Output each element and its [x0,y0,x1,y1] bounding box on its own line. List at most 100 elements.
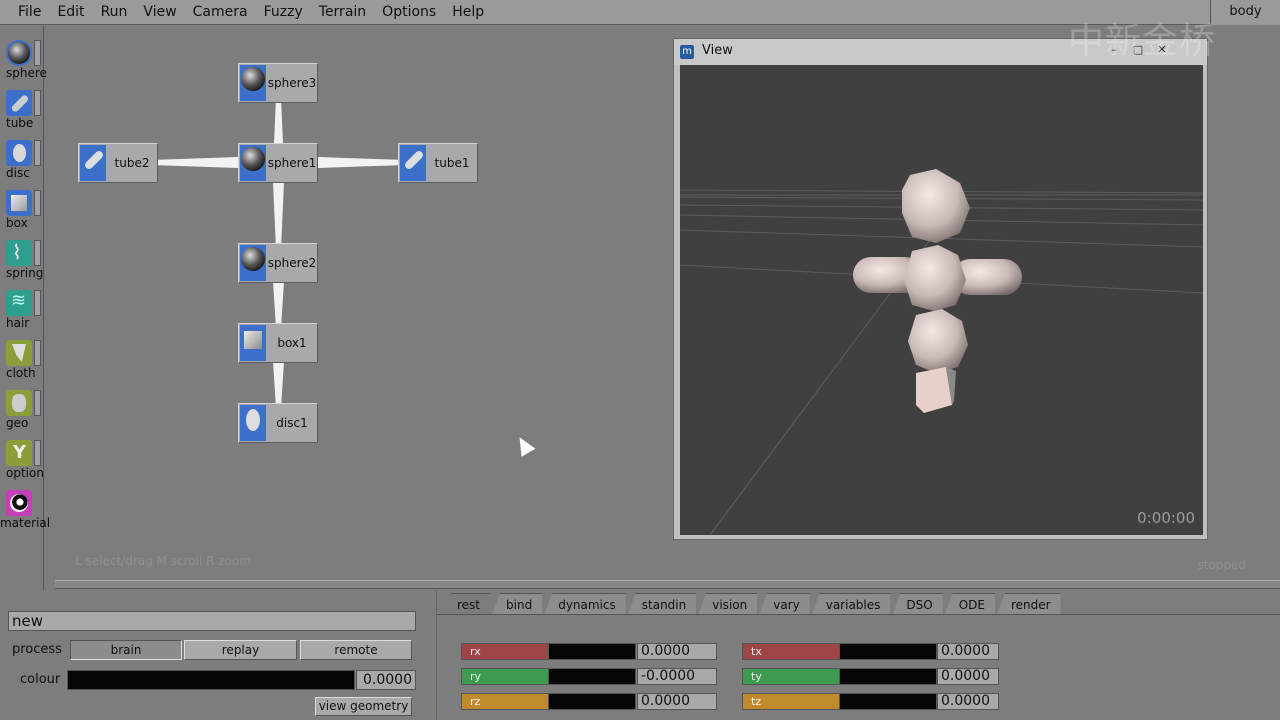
node-tube1[interactable]: tube1 [398,143,478,183]
palette-tab [34,340,41,366]
brain-selector[interactable]: body [1210,0,1280,25]
watermark: 中新金桥 [1068,21,1217,62]
menu-options[interactable]: Options [374,0,444,25]
view-geometry-button[interactable]: view geometry [315,697,412,716]
node-parameter-panel: rest bind dynamics standin vision vary v… [436,590,1280,720]
ty-value-field[interactable]: 0.0000 [937,668,999,685]
rx-slider[interactable] [548,643,636,660]
disc-icon [240,405,266,441]
connection-box1-disc1 [273,362,284,404]
connection-sphere1-sphere2 [273,182,284,244]
rz-slider[interactable] [548,693,636,710]
cloth-icon [6,340,32,366]
node-disc1[interactable]: disc1 [238,403,318,443]
tab-divider [437,614,1280,615]
menu-help[interactable]: Help [444,0,492,25]
view-window[interactable]: m View – □ ✕ 0:00:00 [673,38,1208,540]
palette-tab [34,440,41,466]
colour-slider[interactable] [67,670,355,690]
menu-run[interactable]: Run [93,0,136,25]
ry-value-field[interactable]: -0.0000 [637,668,717,685]
node-label: sphere3 [267,76,317,90]
tab-dynamics[interactable]: dynamics [544,593,626,615]
mouse-cursor-icon [512,433,536,457]
menu-camera[interactable]: Camera [185,0,256,25]
tab-vision[interactable]: vision [698,593,758,615]
option-icon [6,440,32,466]
workspace-scrollbar[interactable] [55,580,1280,589]
node-box1[interactable]: box1 [238,323,318,363]
model-sphere-head [902,169,970,243]
simulation-status: stopped [1197,558,1246,572]
palette-item-box[interactable]: box [0,176,44,230]
palette-tab [34,190,41,216]
tab-variables[interactable]: variables [811,593,891,615]
ry-slider[interactable] [548,668,636,685]
tab-vary[interactable]: vary [759,593,810,615]
brain-button[interactable]: brain [70,640,182,660]
character-model [853,169,1022,413]
palette-item-option[interactable]: option [0,426,44,480]
parameter-tabs: rest bind dynamics standin vision vary v… [443,593,1063,615]
tube-icon [80,145,106,181]
rx-label: rx [461,643,549,660]
palette-item-sphere[interactable]: sphere [0,26,47,80]
3d-viewport[interactable]: 0:00:00 [680,65,1203,535]
node-tube2[interactable]: tube2 [78,143,158,183]
menu-fuzzy[interactable]: Fuzzy [256,0,311,25]
node-sphere1[interactable]: sphere1 [238,143,318,183]
node-label: sphere2 [267,256,317,270]
remote-button[interactable]: remote [300,640,412,660]
connection-sphere1-tube2 [158,157,238,168]
node-label: disc1 [276,416,308,430]
menu-view[interactable]: View [135,0,184,25]
tab-bind[interactable]: bind [492,593,543,615]
node-sphere2[interactable]: sphere2 [238,243,318,283]
tab-standin[interactable]: standin [627,593,697,615]
viewport-scene [680,169,1203,535]
palette-item-cloth[interactable]: cloth [0,326,44,380]
menu-file[interactable]: File [0,0,49,25]
geo-icon [6,390,32,416]
colour-label: colour [20,672,61,687]
tz-slider[interactable] [839,693,937,710]
node-sphere3[interactable]: sphere3 [238,63,318,103]
app-logo-icon: m [680,45,694,59]
palette-tab [34,290,41,316]
tab-rest[interactable]: rest [443,593,491,615]
rx-value-field[interactable]: 0.0000 [637,643,717,660]
palette-item-tube[interactable]: tube [0,76,44,130]
ty-slider[interactable] [839,668,937,685]
node-label: sphere1 [267,156,317,170]
palette-tab [34,240,41,266]
connection-sphere2-box1 [273,282,284,324]
palette-item-geo[interactable]: geo [0,376,44,430]
model-sphere-body [904,245,966,311]
ty-label: ty [742,668,840,685]
palette-label: material [0,516,51,530]
tab-ode[interactable]: ODE [944,593,995,615]
palette-item-material[interactable]: material [0,476,50,530]
tx-slider[interactable] [839,643,937,660]
menu-terrain[interactable]: Terrain [311,0,374,25]
colour-value-field[interactable]: 0.0000 [356,670,416,690]
tz-value-field[interactable]: 0.0000 [937,693,999,710]
menu-edit[interactable]: Edit [49,0,92,25]
tx-value-field[interactable]: 0.0000 [937,643,999,660]
sphere-icon [240,145,266,181]
palette-item-hair[interactable]: hair [0,276,44,330]
box-icon [6,190,32,216]
disc-icon [6,140,32,166]
view-title: View [702,43,733,58]
rz-value-field[interactable]: 0.0000 [637,693,717,710]
tab-render[interactable]: render [996,593,1061,615]
palette-item-disc[interactable]: disc [0,126,44,180]
palette-tab [34,40,41,66]
palette-item-spring[interactable]: spring [0,226,44,280]
tx-label: tx [742,643,840,660]
replay-button[interactable]: replay [184,640,297,660]
tab-dso[interactable]: DSO [892,593,943,615]
connection-sphere1-tube1 [318,157,398,168]
node-name-input[interactable]: new [8,611,416,631]
palette-tab [34,390,41,416]
